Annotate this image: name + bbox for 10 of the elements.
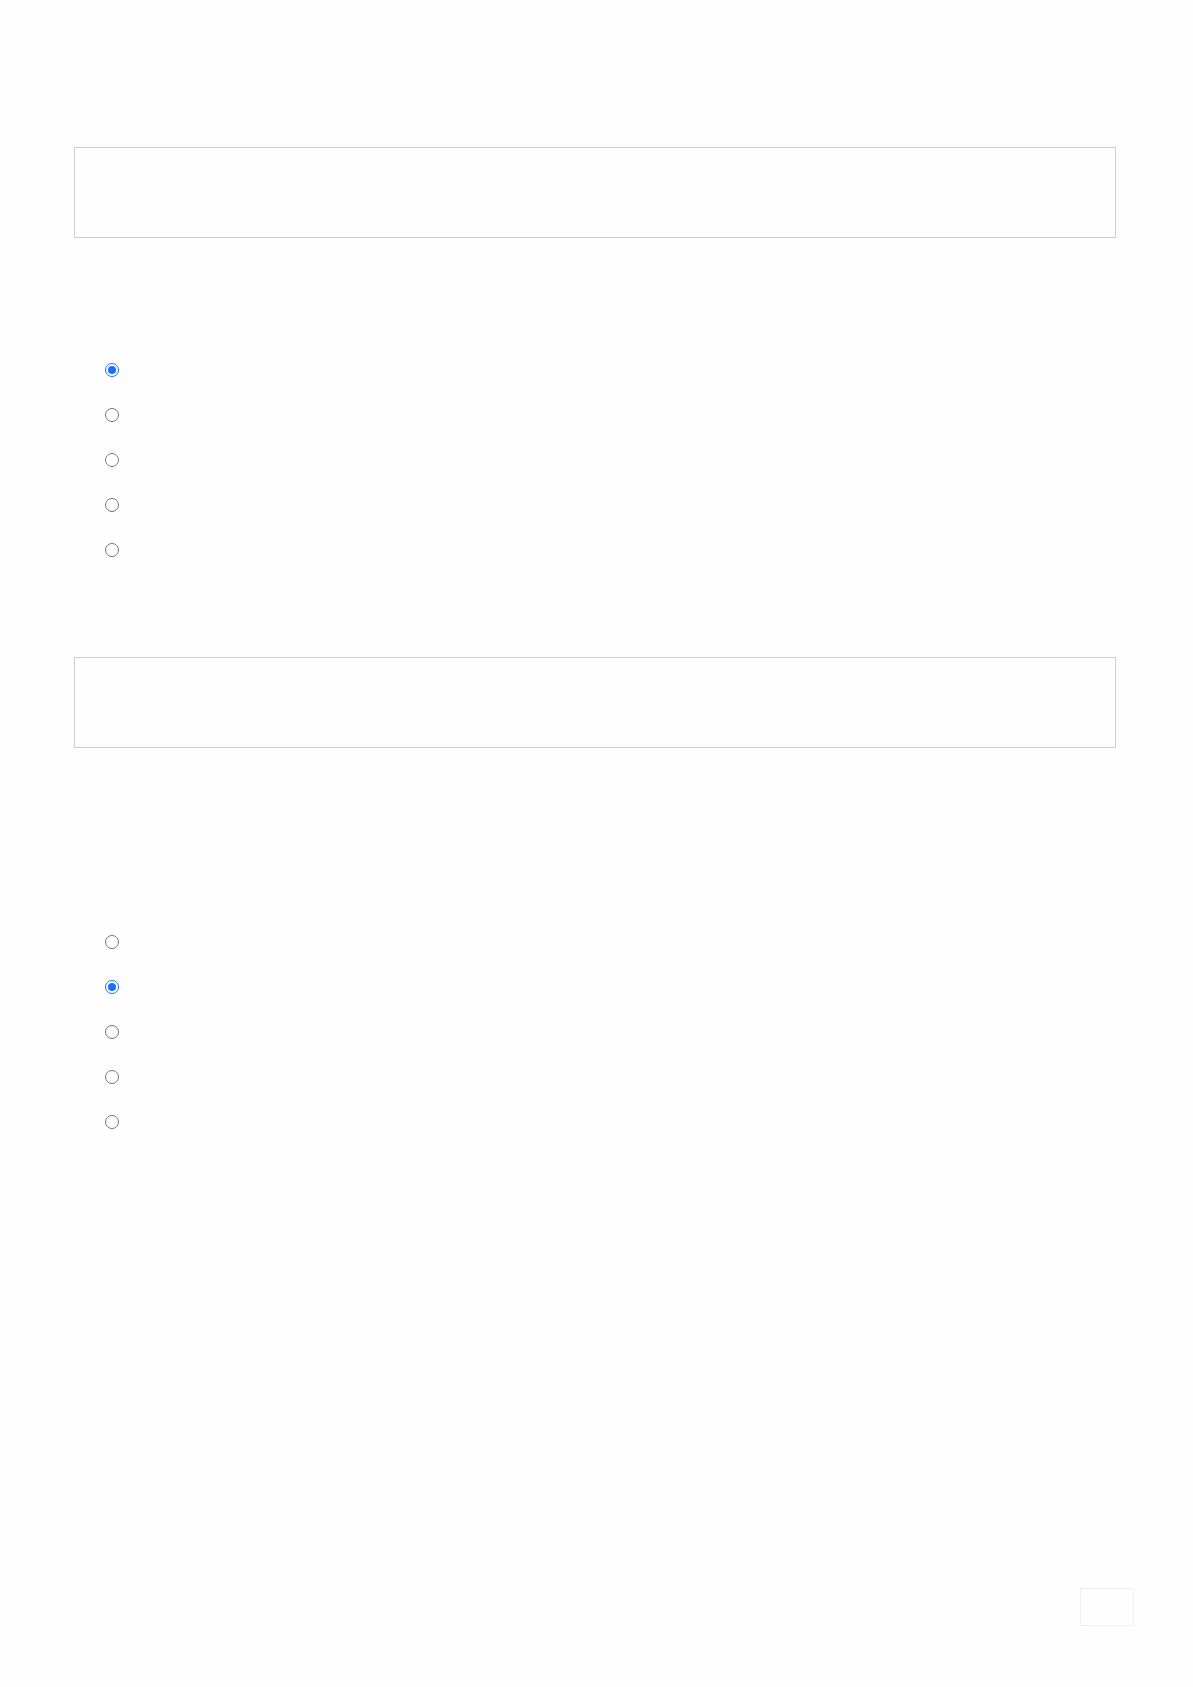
radio-button[interactable] — [105, 980, 119, 994]
radio-button[interactable] — [105, 498, 119, 512]
radio-button[interactable] — [105, 1115, 119, 1129]
radio-button[interactable] — [105, 453, 119, 467]
radio-button[interactable] — [105, 363, 119, 377]
radio-button[interactable] — [105, 543, 119, 557]
radio-button[interactable] — [105, 1025, 119, 1039]
radio-button[interactable] — [105, 1070, 119, 1084]
radio-button[interactable] — [105, 935, 119, 949]
radio-button[interactable] — [105, 408, 119, 422]
